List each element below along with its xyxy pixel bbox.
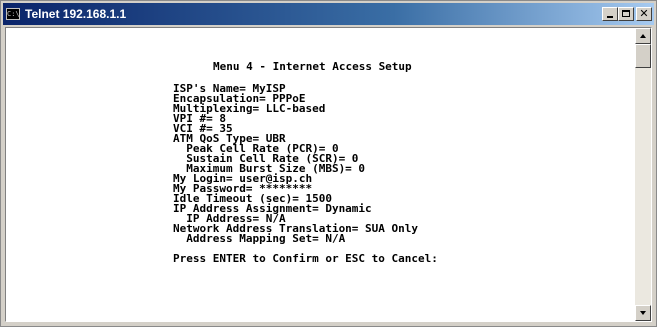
maximize-icon — [622, 10, 630, 17]
minimize-icon — [607, 16, 613, 18]
menu-title: Menu 4 - Internet Access Setup — [213, 60, 412, 73]
maximize-button[interactable] — [618, 7, 634, 21]
arrow-down-icon — [640, 311, 646, 315]
arrow-up-icon — [640, 34, 646, 38]
scroll-thumb[interactable] — [635, 44, 651, 68]
client-area: Menu 4 - Internet Access Setup ISP's Nam… — [5, 27, 652, 322]
telnet-window: C:\ Telnet 192.168.1.1 ✕ Menu 4 - Intern… — [0, 0, 657, 327]
title-bar[interactable]: C:\ Telnet 192.168.1.1 ✕ — [3, 3, 654, 25]
prompt-line: Press ENTER to Confirm or ESC to Cancel: — [173, 252, 438, 265]
console-icon[interactable]: C:\ — [6, 8, 20, 20]
terminal-screen[interactable]: Menu 4 - Internet Access Setup ISP's Nam… — [6, 28, 635, 321]
window-controls: ✕ — [602, 7, 652, 21]
scroll-up-button[interactable] — [635, 28, 651, 44]
close-button[interactable]: ✕ — [636, 7, 652, 21]
window-title: Telnet 192.168.1.1 — [25, 7, 127, 21]
scroll-down-button[interactable] — [635, 305, 651, 321]
close-icon: ✕ — [639, 7, 649, 20]
vertical-scrollbar[interactable] — [635, 28, 651, 321]
terminal-line: Address Mapping Set= N/A — [173, 232, 346, 245]
minimize-button[interactable] — [602, 7, 618, 21]
